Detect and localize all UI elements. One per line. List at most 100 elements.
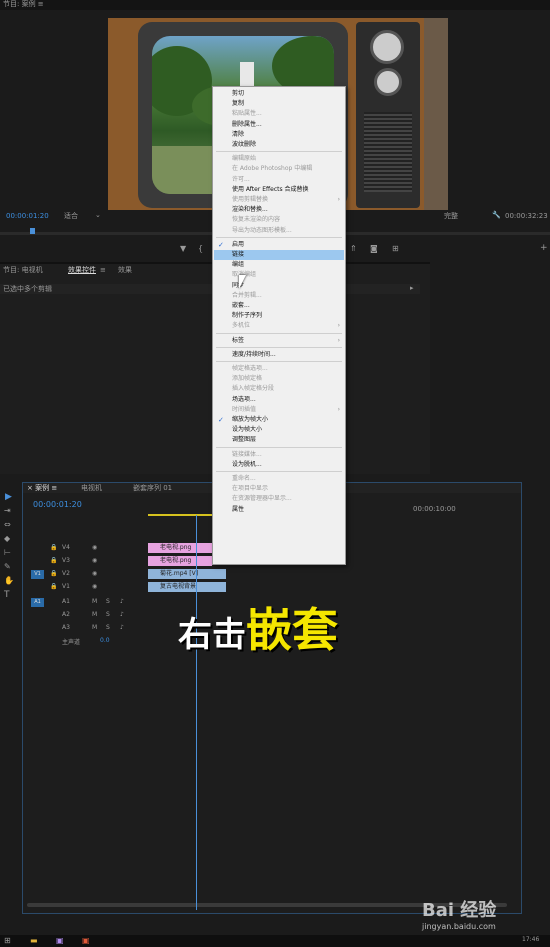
menu-item[interactable]: 速度/持续时间... xyxy=(214,350,344,360)
clip[interactable]: 老电视.png xyxy=(148,543,212,553)
marker-icon[interactable]: ▼ xyxy=(180,244,186,253)
eye-icon[interactable]: ◉ xyxy=(92,544,97,551)
camera-icon[interactable]: ◙ xyxy=(370,244,378,253)
menu-item-label: 在资源管理器中显示... xyxy=(232,495,292,503)
lock-icon[interactable]: 🔒 xyxy=(50,583,57,590)
add-icon[interactable]: + xyxy=(540,243,548,253)
timeline-timecode[interactable]: 00:00:01:20 xyxy=(33,500,82,509)
menu-item[interactable]: 设为脱机... xyxy=(214,460,344,470)
menu-item: 在项目中显示 xyxy=(214,484,344,494)
tab-nested-sequence[interactable]: 嵌套序列 01 xyxy=(133,484,172,493)
menu-item-label: 启用 xyxy=(232,240,245,248)
slip-icon[interactable]: ⊢ xyxy=(4,548,11,557)
menu-item-label: 恢复未渲染的内容 xyxy=(232,216,281,224)
fit-dropdown[interactable]: 适合 xyxy=(64,212,78,221)
caption-part1: 右击 xyxy=(178,615,246,655)
menu-item[interactable]: 场选项... xyxy=(214,395,344,405)
playhead-marker[interactable] xyxy=(30,228,35,234)
eye-icon[interactable]: ◉ xyxy=(92,557,97,564)
in-point-icon[interactable]: { xyxy=(198,244,203,253)
menu-item-label: 使用 After Effects 合成替换 xyxy=(232,185,309,193)
menu-item[interactable]: 属性 xyxy=(214,505,344,515)
app-icon[interactable]: ▣ xyxy=(82,936,90,945)
submenu-arrow-icon: › xyxy=(337,405,340,413)
razor-icon[interactable]: ◆ xyxy=(4,534,10,543)
menu-item[interactable]: 制作子序列 xyxy=(214,311,344,321)
tab-effects[interactable]: 效果 xyxy=(118,266,132,275)
menu-item[interactable]: 编组 xyxy=(214,260,344,270)
menu-separator xyxy=(216,151,342,153)
menu-item[interactable]: 设为帧大小 xyxy=(214,425,344,435)
track-select-icon[interactable]: ⇥ xyxy=(4,506,11,515)
play-icon[interactable]: ▸ xyxy=(410,284,414,293)
tab-source[interactable]: 节目: 电视机 xyxy=(3,266,43,275)
premiere-icon[interactable]: ▣ xyxy=(56,936,64,945)
menu-item[interactable]: 删除属性... xyxy=(214,120,344,130)
mute-button[interactable]: M xyxy=(92,624,97,631)
menu-item[interactable]: 标签 › xyxy=(214,336,344,346)
tab-sequence-tv[interactable]: 电视机 xyxy=(81,484,102,493)
menu-item[interactable]: 剪切 xyxy=(214,89,344,99)
menu-item-label: 添加帧定格 xyxy=(232,375,263,383)
quality-dropdown[interactable]: 完整 xyxy=(444,212,458,221)
clip[interactable]: 菊花.mp4 [V] xyxy=(148,569,226,579)
tab-effect-controls[interactable]: 效果控件 xyxy=(68,266,96,275)
menu-item[interactable]: 启用 ✓ xyxy=(214,240,344,250)
menu-item: 时间插值 › xyxy=(214,405,344,415)
ripple-edit-icon[interactable]: ⇔ xyxy=(4,520,11,529)
lift-icon[interactable]: ⇑ xyxy=(350,244,357,253)
menu-item-label: 制作子序列 xyxy=(232,312,263,320)
solo-button[interactable]: S xyxy=(106,624,110,631)
eye-icon[interactable]: ◉ xyxy=(92,570,97,577)
lock-icon[interactable]: 🔒 xyxy=(50,557,57,564)
tab-menu-icon[interactable]: ≡ xyxy=(100,266,106,275)
menu-separator xyxy=(216,346,342,348)
menu-item[interactable]: 使用 After Effects 合成替换 xyxy=(214,185,344,195)
menu-item-label: 嵌套... xyxy=(232,302,250,309)
menu-item-label: 波纹删除 xyxy=(232,141,257,148)
track-name: A3 xyxy=(62,624,70,631)
mic-icon[interactable]: ♪ xyxy=(120,624,124,631)
track-target-a1[interactable]: A1 xyxy=(31,598,44,607)
start-icon[interactable]: ⊞ xyxy=(4,936,11,945)
tab-sequence-case[interactable]: × 案例 ≡ xyxy=(27,484,57,493)
hand-icon[interactable]: ✋ xyxy=(4,576,14,585)
clip[interactable]: 老电视.png xyxy=(148,556,212,566)
clip[interactable]: 复古电视背景 xyxy=(148,582,226,592)
track-target-v1[interactable]: V1 xyxy=(31,570,44,579)
eye-icon[interactable]: ◉ xyxy=(92,583,97,590)
menu-item[interactable]: 链接 xyxy=(214,250,344,260)
current-timecode[interactable]: 00:00:01:20 xyxy=(6,212,49,221)
menu-item[interactable]: 复制 xyxy=(214,99,344,109)
menu-item-label: 在 Adobe Photoshop 中编辑 xyxy=(232,165,313,173)
button-editor-icon[interactable]: ⊞ xyxy=(392,244,399,253)
folder-icon[interactable]: ▬ xyxy=(30,936,38,945)
timeline-playhead[interactable] xyxy=(196,515,197,910)
menu-item: 插入帧定格分段 xyxy=(214,384,344,394)
menu-item-label: 合并剪辑... xyxy=(232,291,262,299)
mute-button[interactable]: M xyxy=(92,611,97,618)
menu-item[interactable]: 渲染和替换... xyxy=(214,205,344,215)
type-tool-icon[interactable]: T xyxy=(4,590,10,600)
menu-item-label: 链接 xyxy=(232,251,245,258)
program-title[interactable]: 节目: 案例 ≡ xyxy=(3,0,44,9)
wrench-icon[interactable]: 🔧 xyxy=(492,211,501,220)
solo-button[interactable]: S xyxy=(106,611,110,618)
selection-tool-icon[interactable]: ▶ xyxy=(5,492,12,502)
menu-item[interactable]: 缩放为帧大小 ✓ xyxy=(214,415,344,425)
mic-icon[interactable]: ♪ xyxy=(120,611,124,618)
master-volume[interactable]: 0.0 xyxy=(100,637,110,644)
mute-button[interactable]: M xyxy=(92,598,97,605)
lock-icon[interactable]: 🔒 xyxy=(50,570,57,577)
menu-item-label: 设为帧大小 xyxy=(232,426,263,434)
menu-item[interactable]: 清除 xyxy=(214,130,344,140)
menu-item[interactable]: 同步 xyxy=(214,281,344,291)
lock-icon[interactable]: 🔒 xyxy=(50,544,57,551)
pen-icon[interactable]: ✎ xyxy=(4,562,11,571)
mic-icon[interactable]: ♪ xyxy=(120,598,124,605)
menu-item[interactable]: 调整图层 xyxy=(214,435,344,445)
menu-item[interactable]: 波纹删除 xyxy=(214,140,344,150)
clip-label: 菊花.mp4 [V] xyxy=(160,570,199,577)
solo-button[interactable]: S xyxy=(106,598,110,605)
menu-item[interactable]: 嵌套... xyxy=(214,301,344,311)
